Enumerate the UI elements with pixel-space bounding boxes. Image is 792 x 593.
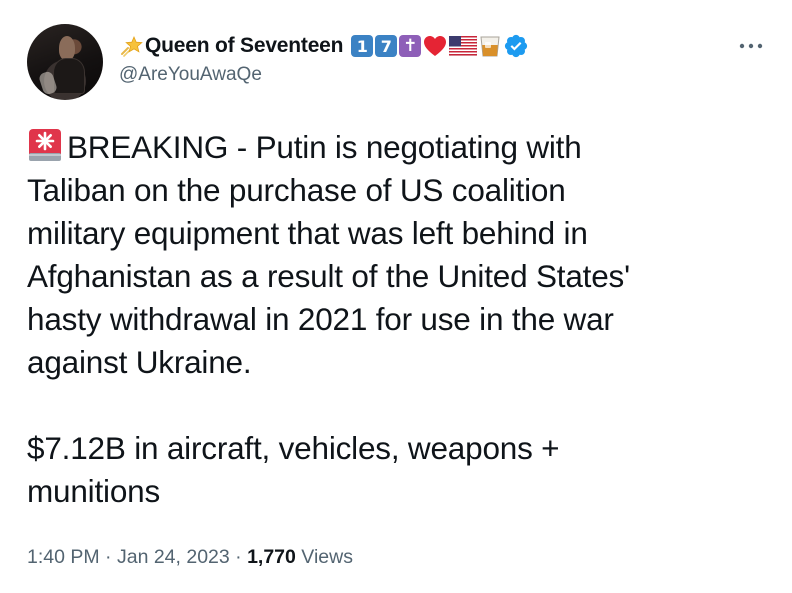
red-heart-icon [424, 36, 447, 56]
tweet-text: BREAKING - Putin is negotiating with Tal… [27, 126, 767, 513]
tweet-text-line: military equipment that was left behind … [27, 215, 588, 251]
verified-badge-icon [505, 34, 528, 58]
tweet-time[interactable]: 1:40 PM [27, 546, 100, 568]
author-avatar[interactable] [27, 24, 103, 100]
us-flag-icon [449, 36, 478, 56]
more-dots-icon [739, 43, 763, 49]
tweet-text-line: Taliban on the purchase of US coalition [27, 172, 566, 208]
tweet-meta: 1:40 PM · Jan 24, 2023 · 1,770 Views [27, 546, 353, 569]
tweet-text-line: munitions [27, 473, 161, 509]
keycap-7-icon: 7 [375, 35, 398, 57]
avatar-figure-body [53, 58, 85, 94]
more-options-button[interactable] [737, 38, 765, 54]
tweet-date[interactable]: Jan 24, 2023 [117, 546, 230, 568]
tweet-text-line: $7.12B in aircraft, vehicles, weapons + [27, 430, 560, 466]
tweet-text-line: against Ukraine. [27, 344, 252, 380]
author-name-row[interactable]: Queen of Seventeen 1 7 ✝ [119, 31, 529, 61]
views-label: Views [295, 546, 353, 568]
tumbler-glass-icon [480, 36, 500, 57]
glowing-star-icon [121, 35, 143, 57]
author-display-name: Queen of Seventeen [145, 34, 344, 57]
latin-cross-icon: ✝ [399, 35, 422, 57]
avatar-figure-head [59, 36, 75, 60]
tweet-text-line: hasty withdrawal in 2021 for use in the … [27, 301, 614, 337]
views-count[interactable]: 1,770 [247, 546, 296, 568]
tweet-text-line: Afghanistan as a result of the United St… [27, 258, 630, 294]
meta-separator: · [99, 546, 117, 568]
meta-separator: · [229, 546, 248, 568]
tweet-line-1: BREAKING - Putin is negotiating with [27, 126, 767, 169]
name-emoji-badges: 1 7 ✝ [351, 33, 529, 59]
rotating-light-siren-icon [29, 129, 61, 161]
keycap-1-icon: 1 [351, 35, 374, 57]
tweet-text-line: BREAKING - Putin is negotiating with [67, 129, 582, 165]
author-handle[interactable]: @AreYouAwaQe [119, 64, 262, 86]
